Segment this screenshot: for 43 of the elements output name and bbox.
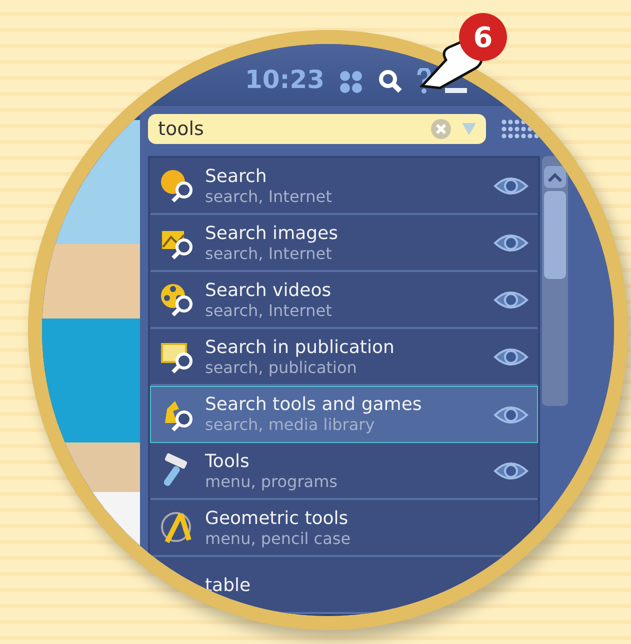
- result-title: Tools: [205, 450, 250, 472]
- minimize-icon[interactable]: [444, 88, 467, 94]
- result-item[interactable]: Search search, Internet: [150, 158, 538, 215]
- search-icon[interactable]: [376, 68, 403, 94]
- result-subtitle: search, Internet: [205, 300, 333, 320]
- result-title: Search videos: [205, 280, 332, 300]
- eye-icon[interactable]: [493, 460, 529, 482]
- result-item[interactable]: Search in publication search, publication: [150, 329, 538, 386]
- clock-time: 10:23: [245, 66, 325, 94]
- eye-icon[interactable]: [493, 232, 529, 254]
- result-title: Search images: [205, 222, 340, 244]
- search-field[interactable]: tools: [148, 114, 486, 144]
- eye-icon[interactable]: [493, 346, 529, 368]
- result-subtitle: search, media library: [205, 415, 376, 435]
- result-subtitle: menu, programs: [205, 472, 339, 492]
- scroll-thumb[interactable]: [544, 191, 566, 279]
- result-title: Search: [205, 166, 268, 186]
- result-subtitle: search, Internet: [205, 186, 333, 206]
- globe-magnifier-icon: [159, 168, 195, 204]
- result-title: Geometric tools: [205, 508, 350, 528]
- film-reel-magnifier-icon: [159, 282, 195, 318]
- result-item[interactable]: Geometric tools menu, pencil case: [150, 500, 538, 557]
- eye-icon[interactable]: [493, 404, 529, 426]
- eye-icon[interactable]: [493, 289, 529, 311]
- help-icon[interactable]: [416, 68, 431, 94]
- result-item[interactable]: Search images search, Internet: [150, 215, 538, 272]
- result-subtitle: menu, pencil case: [205, 528, 352, 548]
- search-input[interactable]: tools: [158, 118, 420, 140]
- result-title: Search tools and games: [205, 394, 423, 415]
- result-title: Search in publication: [205, 336, 396, 358]
- chevron-up-icon: [548, 172, 562, 182]
- result-subtitle: search, Internet: [205, 244, 333, 264]
- scroll-up-button[interactable]: [544, 166, 566, 188]
- result-item[interactable]: Tools menu, programs: [150, 443, 538, 500]
- dot-grid-icon[interactable]: [500, 118, 540, 140]
- step-number: 6: [459, 13, 507, 61]
- four-dots-icon[interactable]: [338, 70, 363, 94]
- result-item[interactable]: Search videos search, Internet: [150, 272, 538, 329]
- result-item[interactable]: Search tools and games search, media library: [150, 386, 538, 443]
- eye-icon[interactable]: [493, 175, 529, 197]
- scrollbar[interactable]: [542, 156, 568, 406]
- result-title: table: [205, 574, 252, 596]
- result-subtitle: search, publication: [205, 358, 358, 378]
